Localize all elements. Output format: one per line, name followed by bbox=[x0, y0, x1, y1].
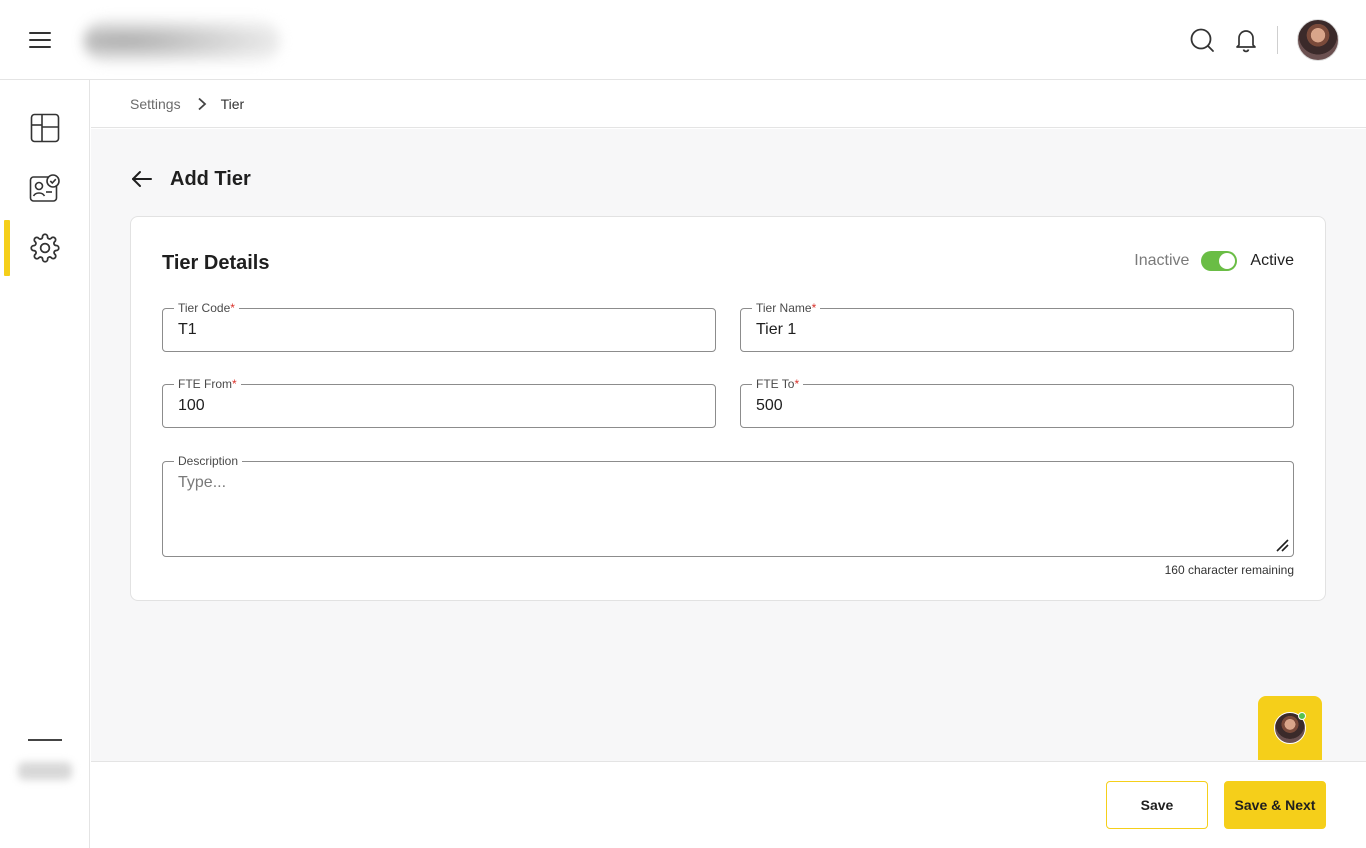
tier-name-label: Tier Name* bbox=[752, 300, 821, 316]
chevron-right-icon bbox=[197, 97, 206, 110]
breadcrumb-settings[interactable]: Settings bbox=[130, 96, 181, 112]
hamburger-icon[interactable] bbox=[29, 32, 51, 48]
inactive-label: Inactive bbox=[1134, 252, 1190, 269]
tier-code-input[interactable] bbox=[163, 309, 715, 351]
fte-to-input[interactable] bbox=[741, 385, 1293, 427]
tier-code-field: Tier Code* bbox=[162, 300, 716, 352]
bell-icon[interactable] bbox=[1232, 26, 1260, 54]
back-arrow-icon[interactable] bbox=[130, 167, 154, 191]
header-divider bbox=[1277, 26, 1278, 54]
card-title: Tier Details bbox=[162, 252, 270, 274]
tier-name-field: Tier Name* bbox=[740, 300, 1294, 352]
form-footer: Save Save & Next bbox=[91, 761, 1366, 848]
breadcrumb: Settings Tier bbox=[91, 80, 1366, 128]
sidebar-footer-logo bbox=[18, 762, 72, 780]
user-avatar[interactable] bbox=[1297, 19, 1339, 61]
tier-details-card: Tier Details Inactive Active Tier Code* … bbox=[130, 216, 1326, 601]
description-textarea[interactable] bbox=[163, 462, 1293, 554]
sidebar bbox=[0, 80, 90, 848]
gear-icon bbox=[30, 233, 60, 263]
description-label: Description bbox=[174, 453, 243, 469]
online-status-dot bbox=[1298, 712, 1306, 720]
page-title: Add Tier bbox=[170, 167, 251, 190]
sidebar-item-dashboard[interactable] bbox=[0, 100, 90, 156]
sidebar-item-settings[interactable] bbox=[0, 220, 90, 276]
resize-handle-icon[interactable] bbox=[1275, 538, 1289, 552]
search-icon[interactable] bbox=[1188, 26, 1216, 54]
fte-to-label: FTE To* bbox=[752, 376, 804, 392]
layout-grid-icon bbox=[30, 113, 60, 143]
fte-from-label: FTE From* bbox=[174, 376, 241, 392]
fte-to-field: FTE To* bbox=[740, 376, 1294, 428]
tier-name-input[interactable] bbox=[741, 309, 1293, 351]
fte-from-input[interactable] bbox=[163, 385, 715, 427]
page-header: Add Tier bbox=[130, 167, 251, 191]
chat-widget-button[interactable] bbox=[1258, 696, 1322, 760]
sidebar-item-profile[interactable] bbox=[0, 160, 90, 216]
company-logo bbox=[84, 20, 280, 62]
char-remaining: 160 character remaining bbox=[1164, 563, 1294, 577]
top-header bbox=[0, 0, 1366, 80]
description-field: Description bbox=[162, 453, 1294, 557]
active-toggle[interactable] bbox=[1201, 251, 1238, 271]
tier-code-label: Tier Code* bbox=[174, 300, 239, 316]
chat-agent-avatar bbox=[1274, 712, 1306, 744]
breadcrumb-current: Tier bbox=[220, 95, 245, 112]
sidebar-divider bbox=[28, 739, 62, 741]
main-content: Add Tier Tier Details Inactive Active Ti… bbox=[91, 129, 1366, 761]
profile-check-icon bbox=[29, 174, 60, 202]
fte-from-field: FTE From* bbox=[162, 376, 716, 428]
active-label: Active bbox=[1250, 252, 1294, 269]
save-next-button[interactable]: Save & Next bbox=[1224, 781, 1326, 829]
save-button[interactable]: Save bbox=[1106, 781, 1208, 829]
status-toggle-group: Inactive Active bbox=[1134, 251, 1294, 271]
